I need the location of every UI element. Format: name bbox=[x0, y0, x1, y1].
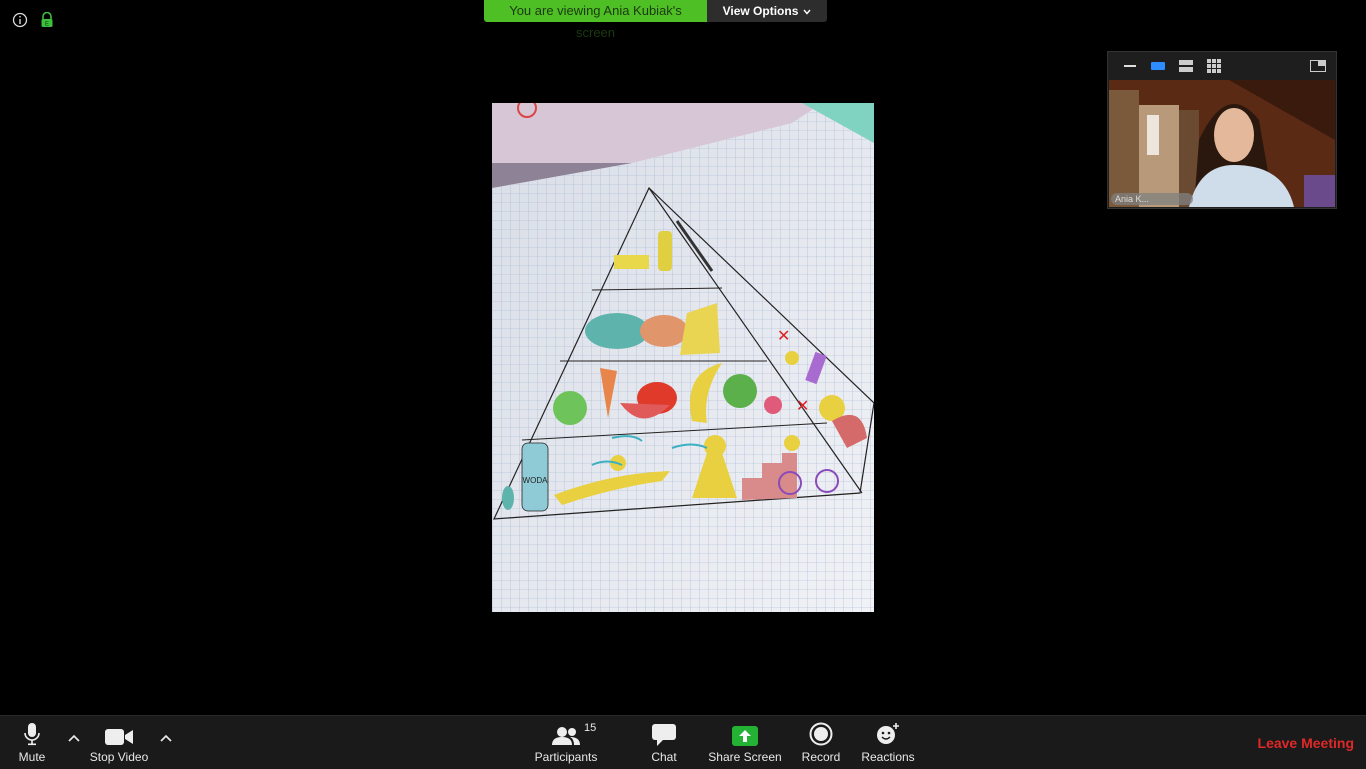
record-button[interactable]: Record bbox=[800, 716, 842, 769]
viewing-banner: You are viewing Ania Kubiak's screen Vie… bbox=[484, 0, 827, 40]
bottle-label: WODA bbox=[523, 476, 549, 485]
mute-button[interactable]: Mute bbox=[12, 716, 52, 769]
chevron-down-icon bbox=[803, 0, 811, 22]
shared-screen-image: WODA ✕ ✕ bbox=[492, 103, 874, 612]
participants-icon bbox=[552, 716, 580, 746]
share-screen-label: Share Screen bbox=[708, 750, 782, 764]
speaker-view-icon[interactable] bbox=[1144, 56, 1172, 76]
meeting-status-icons: E bbox=[12, 12, 54, 28]
share-screen-button[interactable]: Share Screen bbox=[708, 716, 782, 769]
reactions-button[interactable]: Reactions bbox=[861, 716, 915, 769]
view-options-button[interactable]: View Options bbox=[707, 0, 827, 22]
chat-bubble-icon bbox=[652, 716, 676, 746]
gallery-view-icon[interactable] bbox=[1200, 56, 1228, 76]
reaction-smile-icon bbox=[876, 716, 900, 746]
info-icon[interactable] bbox=[12, 12, 28, 28]
lock-shield-icon[interactable]: E bbox=[40, 12, 54, 28]
participants-count: 15 bbox=[584, 722, 597, 734]
microphone-icon bbox=[24, 716, 40, 746]
viewing-screen-label: You are viewing Ania Kubiak's screen bbox=[484, 0, 707, 40]
chat-button[interactable]: Chat bbox=[644, 716, 684, 769]
video-options-caret[interactable] bbox=[158, 730, 174, 746]
reactions-label: Reactions bbox=[861, 750, 915, 764]
stop-video-label: Stop Video bbox=[89, 750, 149, 764]
video-thumbnail-panel[interactable]: Ania K... bbox=[1107, 51, 1337, 209]
strip-view-icon[interactable] bbox=[1172, 56, 1200, 76]
minimize-icon[interactable] bbox=[1116, 56, 1144, 76]
exit-fullscreen-icon[interactable] bbox=[1304, 56, 1332, 76]
chat-label: Chat bbox=[651, 750, 677, 764]
svg-text:✕: ✕ bbox=[796, 398, 809, 415]
participant-video-frame bbox=[1109, 80, 1335, 207]
participants-label: Participants bbox=[534, 750, 598, 764]
meeting-toolbar: Mute Stop Video Participants 15 Chat Sha… bbox=[0, 715, 1366, 769]
thumbnail-toolbar bbox=[1108, 52, 1336, 79]
mute-label: Mute bbox=[18, 750, 46, 764]
record-icon bbox=[809, 716, 833, 746]
share-screen-arrow-icon bbox=[732, 716, 758, 746]
stop-video-button[interactable]: Stop Video bbox=[84, 716, 154, 769]
participant-video: Ania K... bbox=[1109, 80, 1335, 207]
participant-name-label: Ania K... bbox=[1111, 193, 1193, 205]
svg-text:E: E bbox=[45, 22, 49, 28]
audio-options-caret[interactable] bbox=[66, 730, 82, 746]
svg-text:✕: ✕ bbox=[777, 328, 790, 345]
view-options-label: View Options bbox=[722, 4, 799, 18]
food-pyramid-drawing: WODA ✕ ✕ bbox=[492, 103, 874, 612]
record-label: Record bbox=[801, 750, 841, 764]
video-camera-icon bbox=[105, 716, 133, 746]
leave-meeting-button[interactable]: Leave Meeting bbox=[1258, 735, 1354, 751]
